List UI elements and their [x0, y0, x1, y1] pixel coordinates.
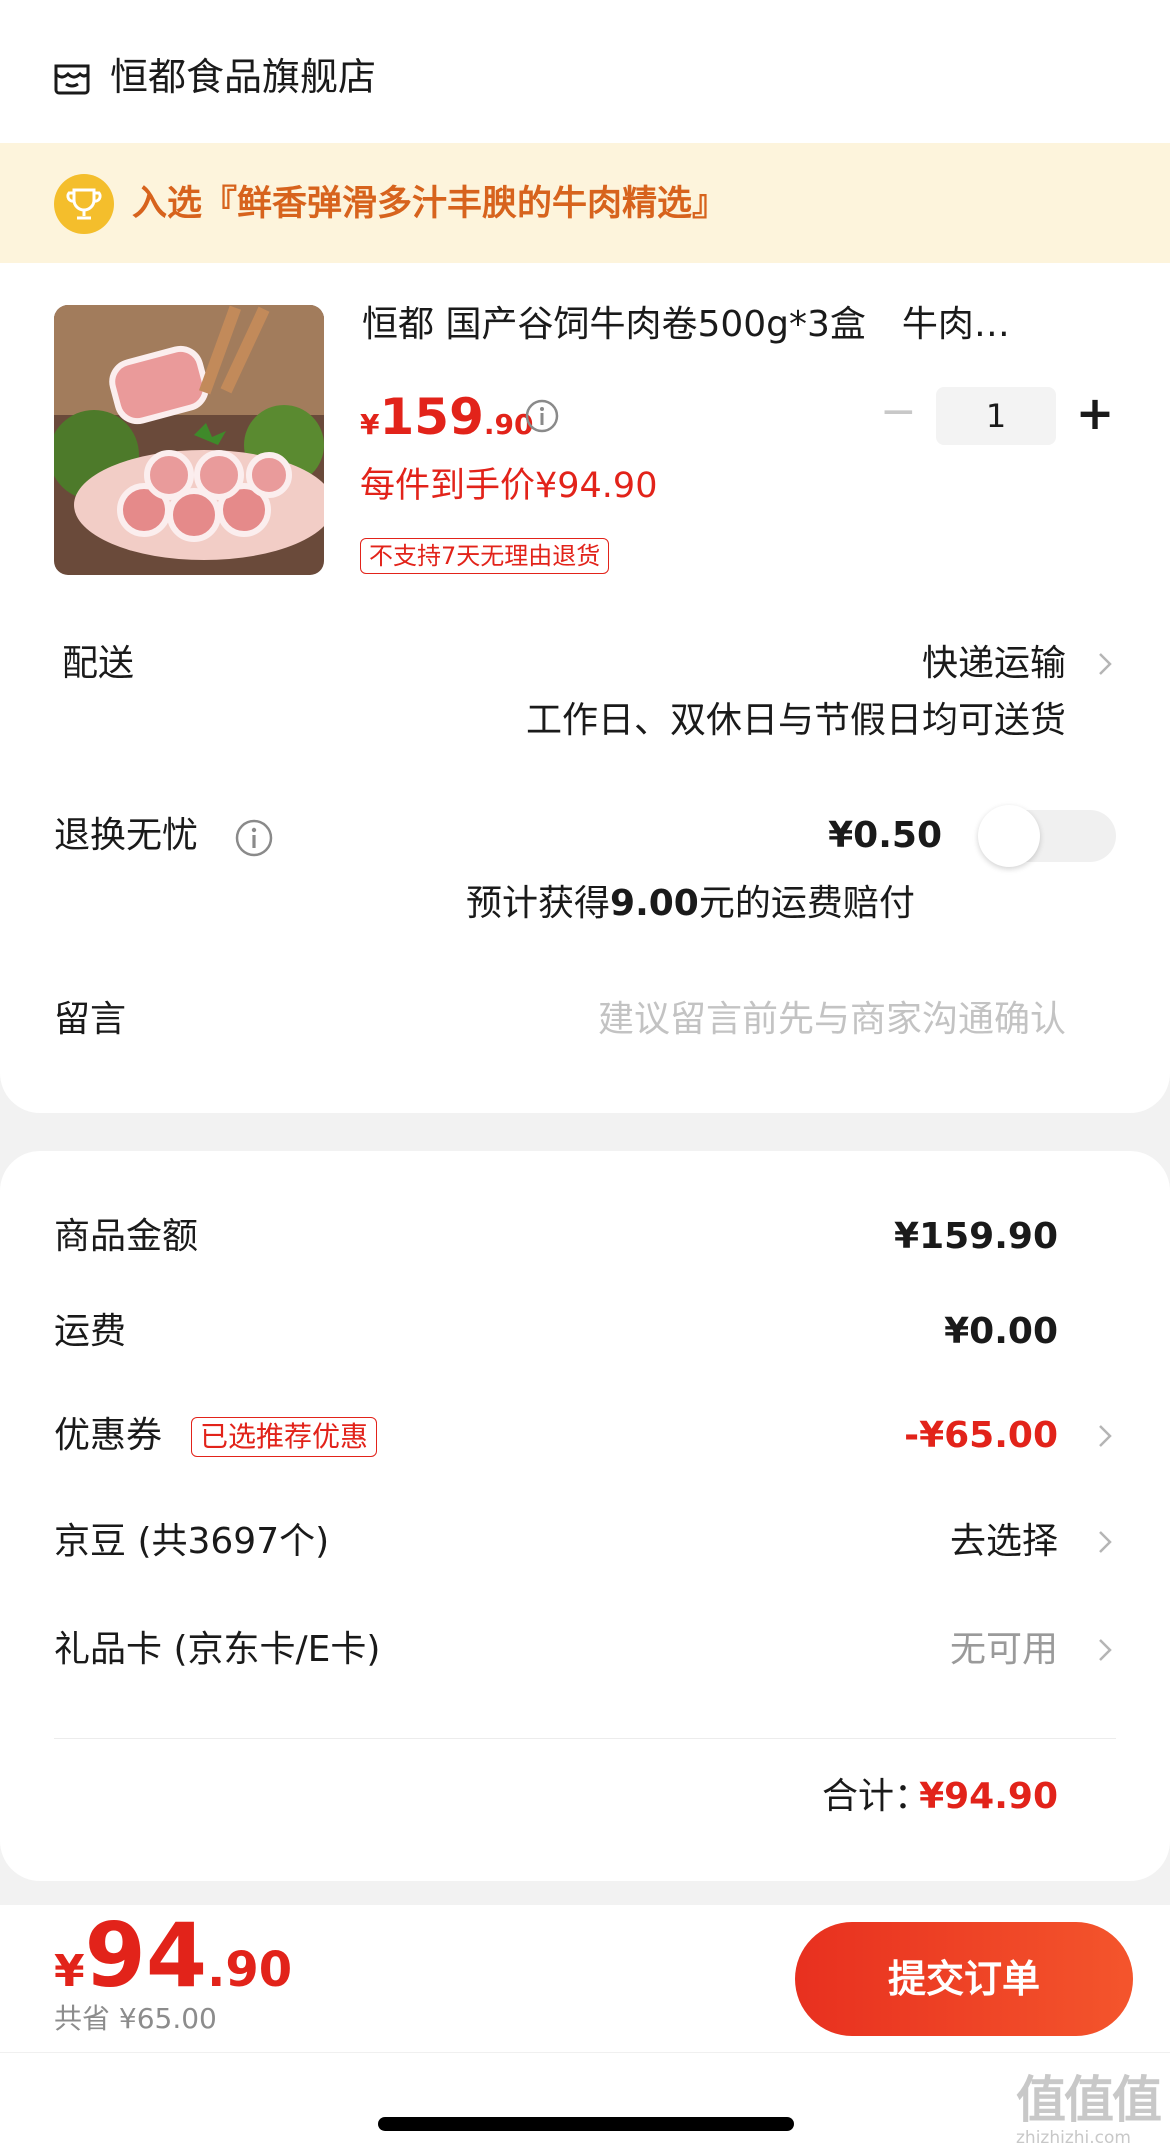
delivery-label: 配送	[62, 643, 135, 684]
bottom-divider	[0, 2052, 1170, 2053]
product-title[interactable]: 恒都 国产谷饲牛肉卷500g*3盒 牛肉…	[362, 300, 1092, 350]
watermark-logo: 值值值	[1016, 2071, 1162, 2129]
quantity-decrease-button[interactable]: −	[880, 390, 917, 434]
saved-amount: 共省 ¥65.00	[54, 2002, 217, 2035]
coupon-value[interactable]: -¥65.00	[904, 1412, 1058, 1460]
watermark: 值值值 zhizhizhi.com	[1016, 2072, 1166, 2152]
jingdou-label: 京豆 (共3697个)	[54, 1521, 330, 1562]
return-insurance-label: 退换无忧	[54, 815, 199, 856]
chevron-right-icon[interactable]	[1090, 1630, 1120, 1670]
chevron-right-icon[interactable]	[1090, 1416, 1120, 1456]
compensation-amount: 9.00	[610, 883, 699, 924]
chevron-right-icon[interactable]	[1090, 1522, 1120, 1562]
price-integer: 159	[379, 388, 484, 446]
watermark-url: zhizhizhi.com	[1016, 2128, 1131, 2148]
pay-decimal: .90	[207, 1942, 293, 1998]
goods-amount-value: ¥159.90	[894, 1216, 1058, 1257]
delivery-note: 工作日、双休日与节假日均可送货	[525, 700, 1066, 741]
pay-integer: 94	[84, 1904, 208, 2007]
compensation-pre: 预计获得	[466, 883, 611, 924]
product-price: ¥159.90	[360, 388, 533, 446]
trophy-icon	[54, 174, 114, 234]
quantity-increase-button[interactable]: +	[1074, 390, 1116, 436]
return-insurance-price: ¥0.50	[828, 815, 942, 856]
goods-amount-label: 商品金额	[54, 1216, 199, 1257]
product-image[interactable]	[54, 305, 324, 575]
submit-order-button[interactable]: 提交订单	[795, 1922, 1133, 2036]
pay-amount: ¥94.90	[54, 1906, 292, 2006]
pay-currency: ¥	[54, 1946, 85, 1997]
shipping-fee-label: 运费	[54, 1311, 127, 1352]
store-icon	[54, 64, 90, 95]
shipping-fee-value: ¥0.00	[944, 1311, 1058, 1352]
message-input[interactable]	[446, 996, 1066, 1044]
message-label: 留言	[54, 999, 127, 1040]
return-policy-badge: 不支持7天无理由退货	[360, 538, 610, 574]
coupon-label: 优惠券	[54, 1415, 163, 1456]
unit-price: 每件到手价¥94.90	[360, 466, 658, 506]
info-icon[interactable]	[234, 818, 274, 858]
gift-card-value[interactable]: 无可用	[950, 1626, 1058, 1674]
store-name[interactable]: 恒都食品旗舰店	[110, 52, 376, 102]
coupon-tag: 已选推荐优惠	[191, 1417, 378, 1457]
info-icon[interactable]	[524, 398, 560, 434]
compensation-post: 元的运费赔付	[698, 883, 915, 924]
quantity-input[interactable]: 1	[936, 387, 1056, 445]
home-indicator[interactable]	[378, 2117, 794, 2131]
banner-text: 入选『鲜香弹滑多汁丰腴的牛肉精选』	[132, 184, 728, 224]
compensation-note: 预计获得9.00元的运费赔付	[466, 880, 915, 928]
chevron-right-icon[interactable]	[1090, 644, 1120, 684]
price-currency: ¥	[360, 408, 380, 441]
jingdou-value[interactable]: 去选择	[950, 1518, 1058, 1566]
total-label: 合计：	[821, 1776, 930, 1817]
toggle-knob[interactable]	[978, 805, 1040, 867]
delivery-method[interactable]: 快递运输	[922, 640, 1066, 688]
summary-divider	[54, 1738, 1116, 1739]
total-value: ¥94.90	[919, 1776, 1058, 1817]
gift-card-label: 礼品卡 (京东卡/E卡)	[54, 1629, 381, 1670]
